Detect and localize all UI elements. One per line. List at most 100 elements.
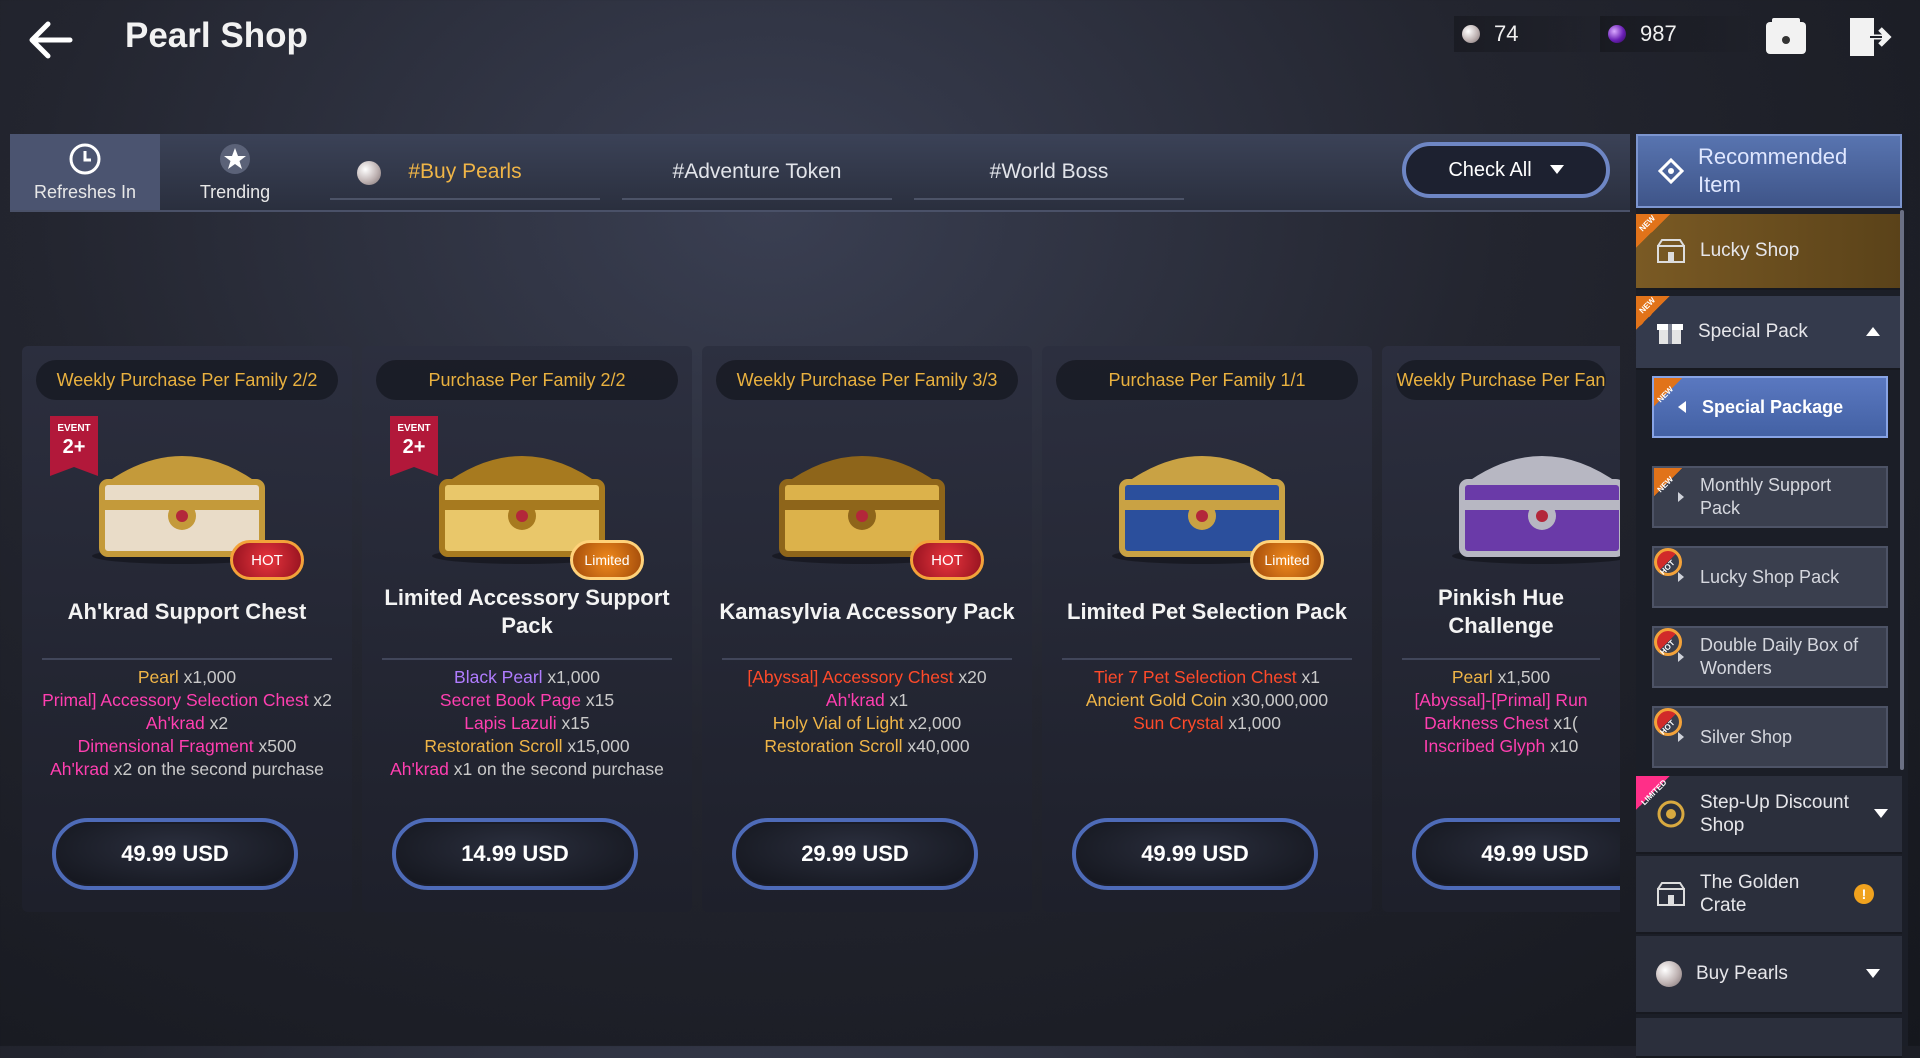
item-quantity: x1,000 [178, 667, 237, 687]
sidebar-item-special-package[interactable]: NEW Special Package [1652, 376, 1888, 438]
product-card[interactable]: Weekly Purchase Per Family 2/2 EVENT 2+ HO… [22, 346, 352, 912]
price-button[interactable]: 49.99 USD [1412, 818, 1620, 890]
star-icon [220, 143, 250, 174]
storage-box-icon[interactable] [1764, 16, 1808, 56]
content-line: Ah'krad x1 on the second purchase [362, 758, 692, 781]
page-title: Pearl Shop [125, 16, 308, 55]
content-line: Pearl x1,000 [22, 666, 352, 689]
caret-down-icon [1549, 165, 1564, 174]
sidebar-item-silver-shop[interactable]: HOT Silver Shop [1652, 706, 1888, 768]
sidebar-item-monthly-support[interactable]: NEW Monthly Support Pack [1652, 466, 1888, 528]
shop-stall-icon [1657, 882, 1685, 906]
purchase-limit-label: Purchase Per Family 2/2 [376, 360, 678, 400]
item-name: Secret Book Page [439, 690, 581, 710]
sidebar-buy-pearls[interactable]: Buy Pearls [1636, 936, 1902, 1014]
tab-trending-label: Trending [199, 181, 271, 202]
price-label: 49.99 USD [1141, 841, 1249, 866]
sidebar-silver-shop-label: Silver Shop [1700, 726, 1793, 747]
tab-world-boss-label: #World Boss [989, 160, 1109, 183]
product-card[interactable]: Weekly Purchase Per Family 3/3 HOT Kamasy… [702, 346, 1032, 912]
content-line: Ah'krad x2 on the second purchase [22, 758, 352, 781]
price-button[interactable]: 14.99 USD [392, 818, 638, 890]
item-name: Restoration Scroll [764, 736, 903, 756]
sidebar-golden-crate-label: The Golden Crate [1700, 872, 1800, 916]
sidebar-scrollbar[interactable] [1900, 210, 1904, 770]
package-contents: Black Pearl x1,000 Secret Book Page x15 La… [362, 666, 692, 781]
item-name: Pearl [137, 667, 179, 687]
item-quantity: x1,500 [1492, 667, 1551, 687]
content-line: Ah'krad x1 [702, 689, 1032, 712]
sidebar-item-lucky-shop-pack[interactable]: HOT Lucky Shop Pack [1652, 546, 1888, 608]
sidebar-item-double-daily-box[interactable]: HOT Double Daily Box of Wonders [1652, 626, 1888, 688]
product-card[interactable]: Purchase Per Family 1/1 Limited Limited P… [1042, 346, 1372, 912]
sidebar-special-pack[interactable]: NEW Special Pack [1636, 296, 1902, 370]
product-card[interactable]: Weekly Purchase Per Fan Pinkish Hue Chal… [1382, 346, 1620, 912]
chevron-right-icon [1678, 572, 1684, 582]
event-badge: EVENT 2+ [50, 416, 98, 476]
item-quantity: x2 [204, 713, 229, 733]
product-card[interactable]: Purchase Per Family 2/2 EVENT 2+ Limited Li… [362, 346, 692, 912]
price-button[interactable]: 49.99 USD [52, 818, 298, 890]
item-quantity: x2 [308, 690, 332, 710]
hot-tag: HOT [910, 540, 984, 580]
item-name: [Abyssal] Accessory Chest [747, 667, 954, 687]
content-line: Secret Book Page x15 [362, 689, 692, 712]
sidebar-step-up-discount-shop[interactable]: LIMITED Step-Up Discount Shop [1636, 776, 1902, 854]
item-quantity: x30,000,000 [1226, 690, 1329, 710]
content-line: Holy Vial of Light x2,000 [702, 712, 1032, 735]
sidebar-recommended-label: Recommended Item [1698, 144, 1848, 197]
tab-refreshes-in[interactable]: Refreshes In [10, 134, 160, 210]
limited-tag: Limited [1250, 540, 1324, 580]
chevron-right-icon [1678, 732, 1684, 742]
content-line: Tier 7 Pet Selection Chest x1 [1042, 666, 1372, 689]
price-button[interactable]: 29.99 USD [732, 818, 978, 890]
sidebar-golden-crate[interactable]: The Golden Crate ! [1636, 856, 1902, 934]
package-contents: Pearl x1,500 [Abyssal]-[Primal] Run Darkne… [1382, 666, 1620, 758]
price-button[interactable]: 49.99 USD [1072, 818, 1318, 890]
pearl-currency: 74 [1454, 16, 1612, 52]
tab-trending[interactable]: Trending [160, 134, 310, 210]
product-name: Limited Accessory Support Pack [384, 585, 670, 638]
item-name: Black Pearl [454, 667, 543, 687]
tab-adventure-token[interactable]: #Adventure Token [622, 134, 892, 210]
item-quantity: x2 on the second purchase [108, 759, 324, 779]
sidebar-lucky-shop[interactable]: NEW Lucky Shop [1636, 214, 1902, 290]
tab-refresh-label: Refreshes In [33, 181, 137, 202]
item-name: Pearl [1451, 667, 1493, 687]
back-arrow-icon[interactable] [26, 18, 86, 62]
item-name: Ah'krad [145, 713, 205, 733]
tab-buy-pearls[interactable]: #Buy Pearls [330, 134, 600, 210]
item-quantity: x1 [884, 690, 909, 710]
item-quantity: x40,000 [902, 736, 970, 756]
check-all-label: Check All [1448, 158, 1532, 181]
content-line: Inscribed Glyph x10 [1382, 735, 1620, 758]
sidebar-recommended-item[interactable]: Recommended Item [1636, 134, 1902, 208]
sidebar-more-item[interactable] [1636, 1018, 1902, 1058]
item-quantity: x2,000 [903, 713, 962, 733]
content-line: [Abyssal] Accessory Chest x20 [702, 666, 1032, 689]
exit-door-icon[interactable] [1846, 14, 1892, 60]
sidebar-double-daily-label: Double Daily Box of Wonders [1700, 635, 1859, 678]
content-line: Ancient Gold Coin x30,000,000 [1042, 689, 1372, 712]
pearl-icon [1656, 961, 1682, 987]
caret-up-icon [1866, 327, 1880, 336]
pearl-icon [1462, 25, 1480, 43]
caret-down-icon [1866, 969, 1880, 978]
event-badge: EVENT 2+ [390, 416, 438, 476]
content-line: Restoration Scroll x15,000 [362, 735, 692, 758]
pearl-count: 74 [1494, 21, 1519, 46]
item-quantity: x15 [580, 690, 615, 710]
new-ribbon: NEW [1636, 214, 1670, 248]
price-label: 14.99 USD [461, 841, 569, 866]
tab-world-boss[interactable]: #World Boss [914, 134, 1184, 210]
content-line: Primal] Accessory Selection Chest x2 [22, 689, 352, 712]
item-name: Darkness Chest [1424, 713, 1549, 733]
tab-buy-pearls-label: #Buy Pearls [408, 160, 522, 183]
item-quantity: x1 on the second purchase [448, 759, 664, 779]
check-all-dropdown[interactable]: Check All [1402, 142, 1610, 198]
tab-adventure-token-label: #Adventure Token [672, 160, 842, 183]
hot-ribbon: HOT [1654, 548, 1682, 577]
purchase-limit-label: Weekly Purchase Per Family 3/3 [716, 360, 1018, 400]
item-name: Ah'krad [50, 759, 109, 779]
card-divider [42, 658, 332, 660]
